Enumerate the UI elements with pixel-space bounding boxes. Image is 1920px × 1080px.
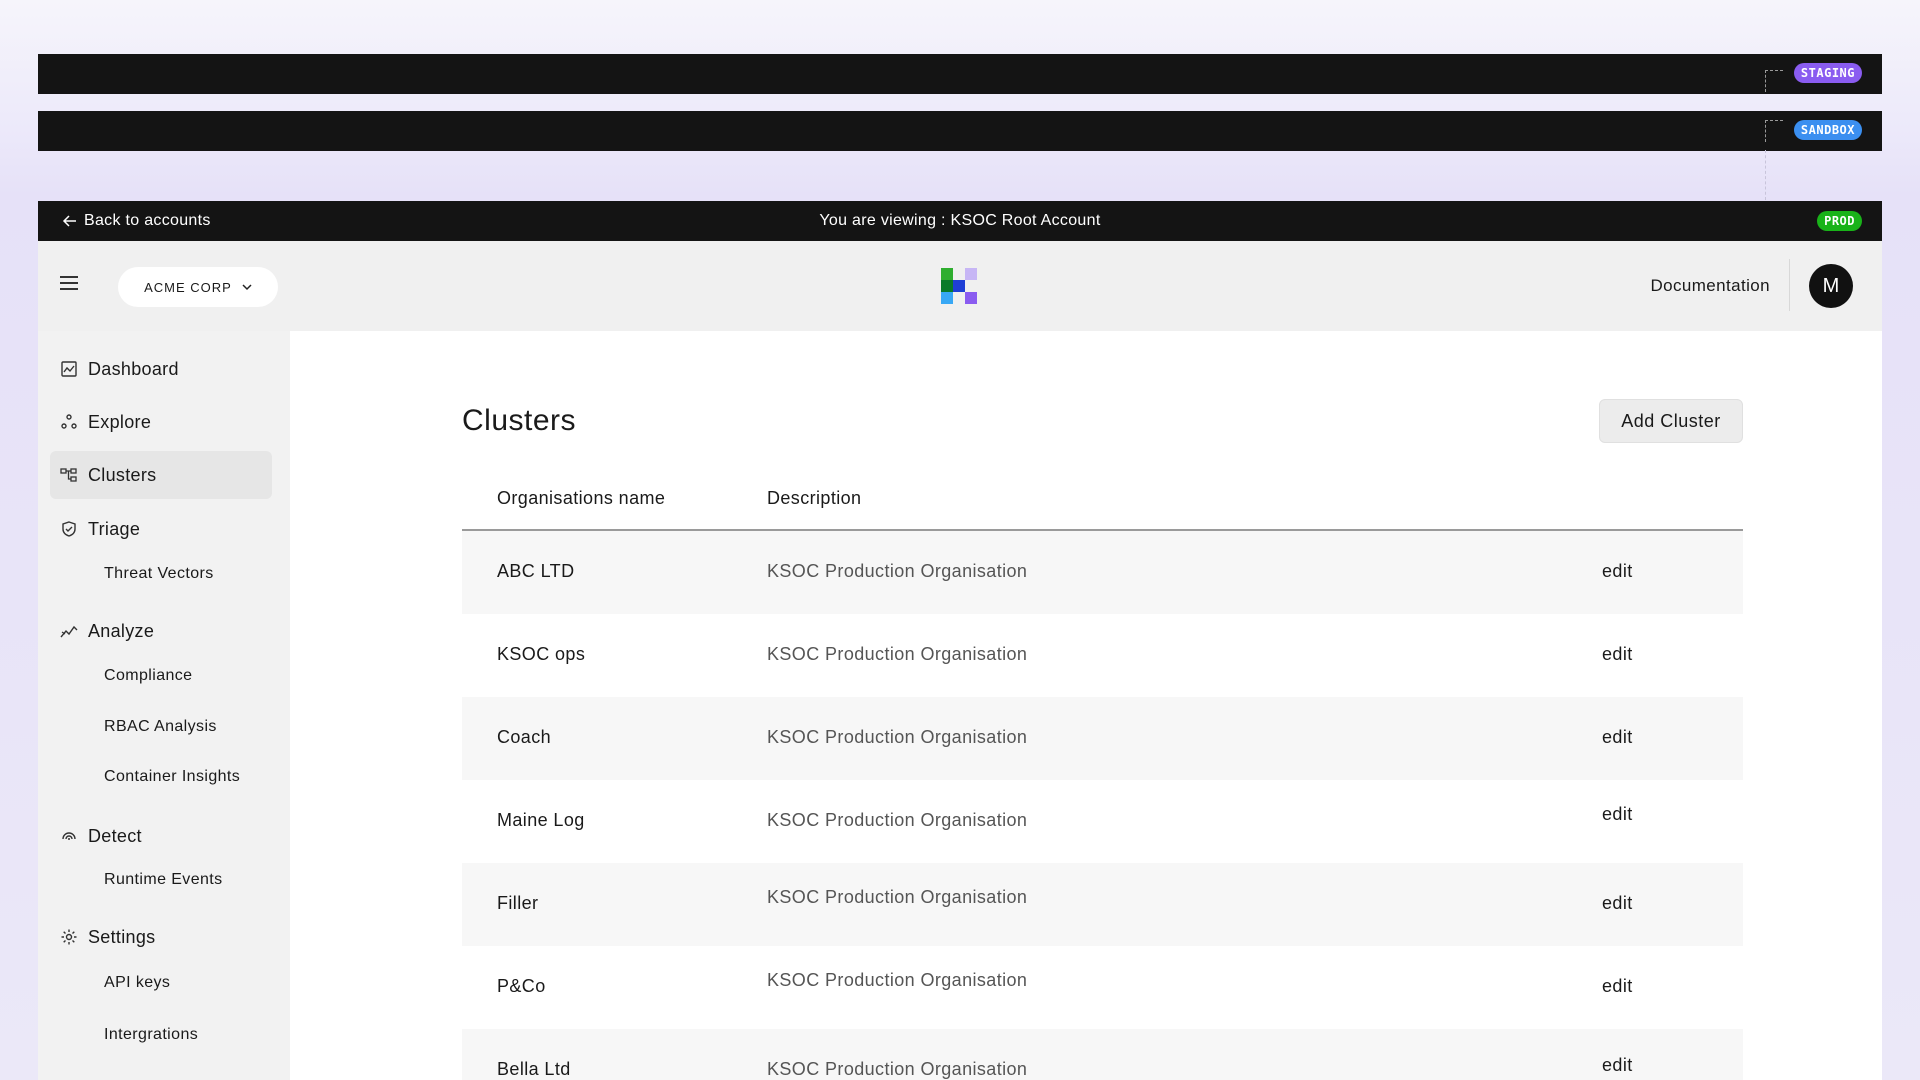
sidebar-item-label: Settings <box>88 926 156 947</box>
edit-link[interactable]: edit <box>1602 561 1633 582</box>
table-row[interactable]: P&Co KSOC Production Organisation edit <box>462 946 1743 1029</box>
sidebar-item-detect[interactable]: Detect <box>50 812 272 860</box>
prod-badge: PROD <box>1817 211 1862 231</box>
sidebar-item-clusters[interactable]: Clusters <box>50 451 272 499</box>
viewing-account-text: You are viewing : KSOC Root Account <box>819 212 1101 229</box>
sidebar-item-compliance[interactable]: Compliance <box>104 667 192 685</box>
table-row[interactable]: Filler KSOC Production Organisation edit <box>462 863 1743 946</box>
sidebar-item-threat-vectors[interactable]: Threat Vectors <box>104 565 214 583</box>
chevron-down-icon <box>242 284 252 291</box>
org-name: KSOC ops <box>497 644 586 664</box>
edit-link[interactable]: edit <box>1602 644 1633 665</box>
org-description: KSOC Production Organisation <box>767 970 1028 990</box>
sandbox-badge: SANDBOX <box>1793 120 1862 140</box>
sidebar-item-rbac-analysis[interactable]: RBAC Analysis <box>104 718 217 736</box>
page-title: Clusters <box>462 404 577 437</box>
column-header-name[interactable]: Organisations name <box>497 488 665 509</box>
sidebar-item-analyze[interactable]: Analyze <box>50 607 272 655</box>
explore-icon <box>61 414 77 429</box>
org-description: KSOC Production Organisation <box>767 644 1028 664</box>
table-row[interactable]: Coach KSOC Production Organisation edit <box>462 697 1743 780</box>
gear-icon <box>61 929 77 945</box>
top-navigation: ACME CORP Documentation M <box>38 241 1882 331</box>
org-description: KSOC Production Organisation <box>767 561 1028 581</box>
sidebar-item-label: Detect <box>88 825 142 846</box>
table-row[interactable]: KSOC ops KSOC Production Organisation ed… <box>462 614 1743 697</box>
sandbox-env-bar[interactable]: SANDBOX <box>38 111 1882 151</box>
sidebar-item-triage[interactable]: Triage <box>50 505 272 553</box>
sidebar-item-label: Dashboard <box>88 358 179 379</box>
edit-link[interactable]: edit <box>1602 893 1633 914</box>
sidebar-item-label: Analyze <box>88 620 155 641</box>
column-header-description[interactable]: Description <box>767 488 861 509</box>
org-selector[interactable]: ACME CORP <box>118 267 278 307</box>
org-selector-label: ACME CORP <box>144 279 232 295</box>
clusters-icon <box>60 468 77 482</box>
sidebar-item-api-keys[interactable]: API keys <box>104 974 170 992</box>
sidebar-item-container-insights[interactable]: Container Insights <box>104 768 240 786</box>
app-window: Back to accounts You are viewing : KSOC … <box>38 201 1882 1080</box>
edit-link[interactable]: edit <box>1602 727 1633 748</box>
staging-badge: STAGING <box>1793 63 1862 83</box>
org-name: Maine Log <box>497 810 585 830</box>
clusters-table: Organisations name Description ABC LTD K… <box>462 467 1743 1080</box>
sidebar-item-dashboard[interactable]: Dashboard <box>50 345 272 393</box>
sidebar-item-runtime-events[interactable]: Runtime Events <box>104 871 223 889</box>
account-viewing-bar: Back to accounts You are viewing : KSOC … <box>38 201 1882 241</box>
ksoc-logo-icon[interactable] <box>941 268 977 304</box>
env-connector <box>1765 120 1783 142</box>
org-name: ABC LTD <box>497 561 575 581</box>
org-description: KSOC Production Organisation <box>767 810 1028 830</box>
org-name: Filler <box>497 893 539 913</box>
org-name: P&Co <box>497 976 546 996</box>
sidebar-item-settings[interactable]: Settings <box>50 913 272 961</box>
main-content: Clusters Add Cluster Organisations name … <box>290 331 1882 1080</box>
table-row[interactable]: Bella Ltd KSOC Production Organisation e… <box>462 1029 1743 1080</box>
edit-link[interactable]: edit <box>1602 976 1633 997</box>
org-name: Bella Ltd <box>497 1059 571 1079</box>
edit-link[interactable]: edit <box>1602 1055 1633 1076</box>
analyze-icon <box>60 625 78 638</box>
table-row[interactable]: Maine Log KSOC Production Organisation e… <box>462 780 1743 863</box>
add-cluster-button[interactable]: Add Cluster <box>1599 399 1743 443</box>
env-connector-line <box>1765 150 1766 200</box>
table-header: Organisations name Description <box>462 467 1743 531</box>
dashboard-icon <box>61 361 77 377</box>
sidebar-item-explore[interactable]: Explore <box>50 398 272 446</box>
sidebar-item-label: Clusters <box>88 464 157 485</box>
org-name: Coach <box>497 727 552 747</box>
table-row[interactable]: ABC LTD KSOC Production Organisation edi… <box>462 531 1743 614</box>
env-connector <box>1765 70 1783 92</box>
sidebar-item-label: Triage <box>88 518 141 539</box>
edit-link[interactable]: edit <box>1602 804 1633 825</box>
user-avatar[interactable]: M <box>1809 264 1853 308</box>
detect-icon <box>62 832 76 840</box>
sidebar-item-label: Explore <box>88 411 152 432</box>
staging-env-bar[interactable]: STAGING <box>38 54 1882 94</box>
org-description: KSOC Production Organisation <box>767 1059 1028 1079</box>
menu-icon[interactable] <box>60 276 78 292</box>
org-description: KSOC Production Organisation <box>767 727 1028 747</box>
documentation-link[interactable]: Documentation <box>1650 276 1770 296</box>
topbar-divider <box>1789 259 1790 311</box>
org-description: KSOC Production Organisation <box>767 887 1028 907</box>
shield-icon <box>62 521 76 537</box>
sidebar: Dashboard Explore Clusters Triage Threat… <box>38 331 290 1080</box>
sidebar-item-integrations[interactable]: Intergrations <box>104 1026 198 1044</box>
